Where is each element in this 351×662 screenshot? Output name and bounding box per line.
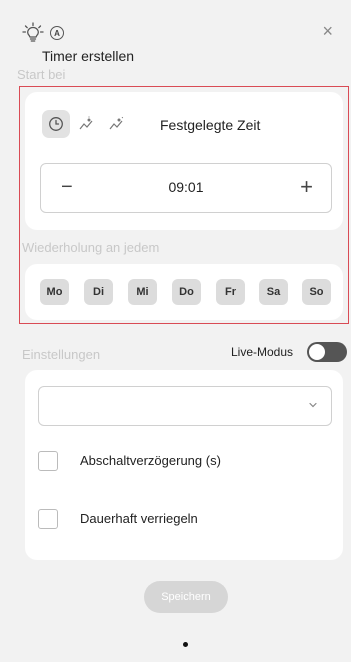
page-indicator-dot <box>183 642 188 647</box>
permanent-lock-label: Dauerhaft verriegeln <box>80 511 198 526</box>
start-section-label: Start bei <box>17 67 66 82</box>
permanent-lock-checkbox[interactable] <box>38 509 58 529</box>
option-shutdown-delay: Abschaltverzögerung (s) <box>38 451 221 471</box>
clock-icon <box>49 117 63 131</box>
time-value[interactable]: 09:01 <box>41 179 331 195</box>
day-chip-fr[interactable]: Fr <box>216 279 245 305</box>
day-chip-mi[interactable]: Mi <box>128 279 157 305</box>
toggle-knob <box>309 344 325 360</box>
shutdown-delay-checkbox[interactable] <box>38 451 58 471</box>
day-chip-sa[interactable]: Sa <box>259 279 288 305</box>
mode-label: Festgelegte Zeit <box>160 117 261 133</box>
sunset-icon <box>109 116 124 130</box>
increment-button[interactable]: + <box>300 174 313 200</box>
time-stepper: − 09:01 + <box>40 163 332 213</box>
mode-sunrise-button[interactable] <box>72 110 100 138</box>
settings-select[interactable] <box>38 386 332 426</box>
repeat-section-label: Wiederholung an jedem <box>22 240 160 255</box>
day-chip-so[interactable]: So <box>302 279 331 305</box>
chevron-down-icon <box>309 402 317 408</box>
close-icon[interactable]: × <box>322 22 333 40</box>
shutdown-delay-label: Abschaltverzögerung (s) <box>80 453 221 468</box>
header-icons: A <box>22 22 64 44</box>
sunrise-icon <box>79 116 93 130</box>
settings-section-label: Einstellungen <box>22 347 101 362</box>
day-chip-di[interactable]: Di <box>84 279 113 305</box>
save-button[interactable]: Speichern <box>144 581 228 613</box>
day-chip-do[interactable]: Do <box>172 279 201 305</box>
option-permanent-lock: Dauerhaft verriegeln <box>38 509 198 529</box>
mode-fixed-time-button[interactable] <box>42 110 70 138</box>
auto-mode-badge: A <box>50 26 64 40</box>
live-mode-label: Live-Modus <box>231 345 294 359</box>
mode-sunset-button[interactable] <box>102 110 130 138</box>
lightbulb-icon <box>22 22 44 42</box>
live-mode-toggle[interactable] <box>307 342 347 362</box>
page-title: Timer erstellen <box>42 48 135 64</box>
day-chip-mo[interactable]: Mo <box>40 279 69 305</box>
